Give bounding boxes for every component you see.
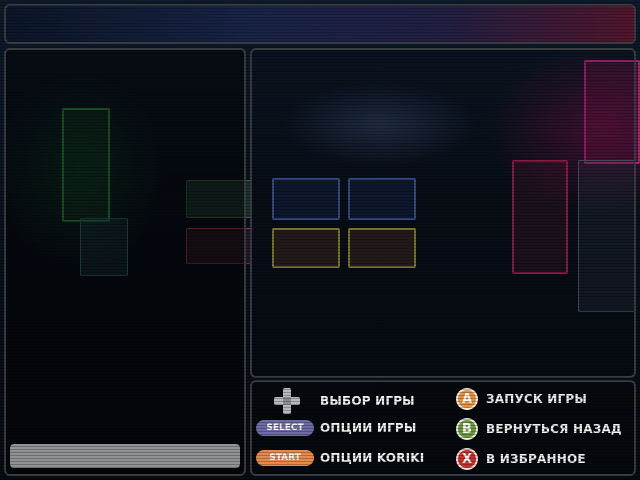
b-label: ВЕРНУТЬСЯ НАЗАД bbox=[486, 422, 622, 436]
b-button-icon: B bbox=[456, 418, 478, 440]
start-label: ОПЦИИ KORIKI bbox=[320, 451, 425, 465]
controls-help-panel: ВЫБОР ИГРЫ SELECT ОПЦИИ ИГРЫ START ОПЦИИ… bbox=[250, 380, 636, 476]
control-x-row: X В ИЗБРАННОЕ bbox=[456, 448, 586, 470]
control-select-row: SELECT ОПЦИИ ИГРЫ bbox=[256, 420, 417, 436]
dpad-label: ВЫБОР ИГРЫ bbox=[320, 394, 415, 408]
game-info-bar bbox=[10, 444, 240, 468]
control-b-row: B ВЕРНУТЬСЯ НАЗАД bbox=[456, 418, 622, 440]
x-button-icon: X bbox=[456, 448, 478, 470]
a-label: ЗАПУСК ИГРЫ bbox=[486, 392, 588, 406]
select-button-icon: SELECT bbox=[256, 420, 314, 436]
dpad-icon bbox=[274, 388, 300, 414]
game-list-panel bbox=[4, 48, 246, 476]
control-start-row: START ОПЦИИ KORIKI bbox=[256, 450, 424, 466]
control-a-row: A ЗАПУСК ИГРЫ bbox=[456, 388, 587, 410]
top-banner bbox=[4, 4, 636, 44]
a-button-icon: A bbox=[456, 388, 478, 410]
game-preview-panel bbox=[250, 48, 636, 378]
select-label: ОПЦИИ ИГРЫ bbox=[320, 421, 417, 435]
x-label: В ИЗБРАННОЕ bbox=[486, 452, 586, 466]
control-dpad-row: ВЫБОР ИГРЫ bbox=[274, 388, 415, 414]
start-button-icon: START bbox=[256, 450, 314, 466]
